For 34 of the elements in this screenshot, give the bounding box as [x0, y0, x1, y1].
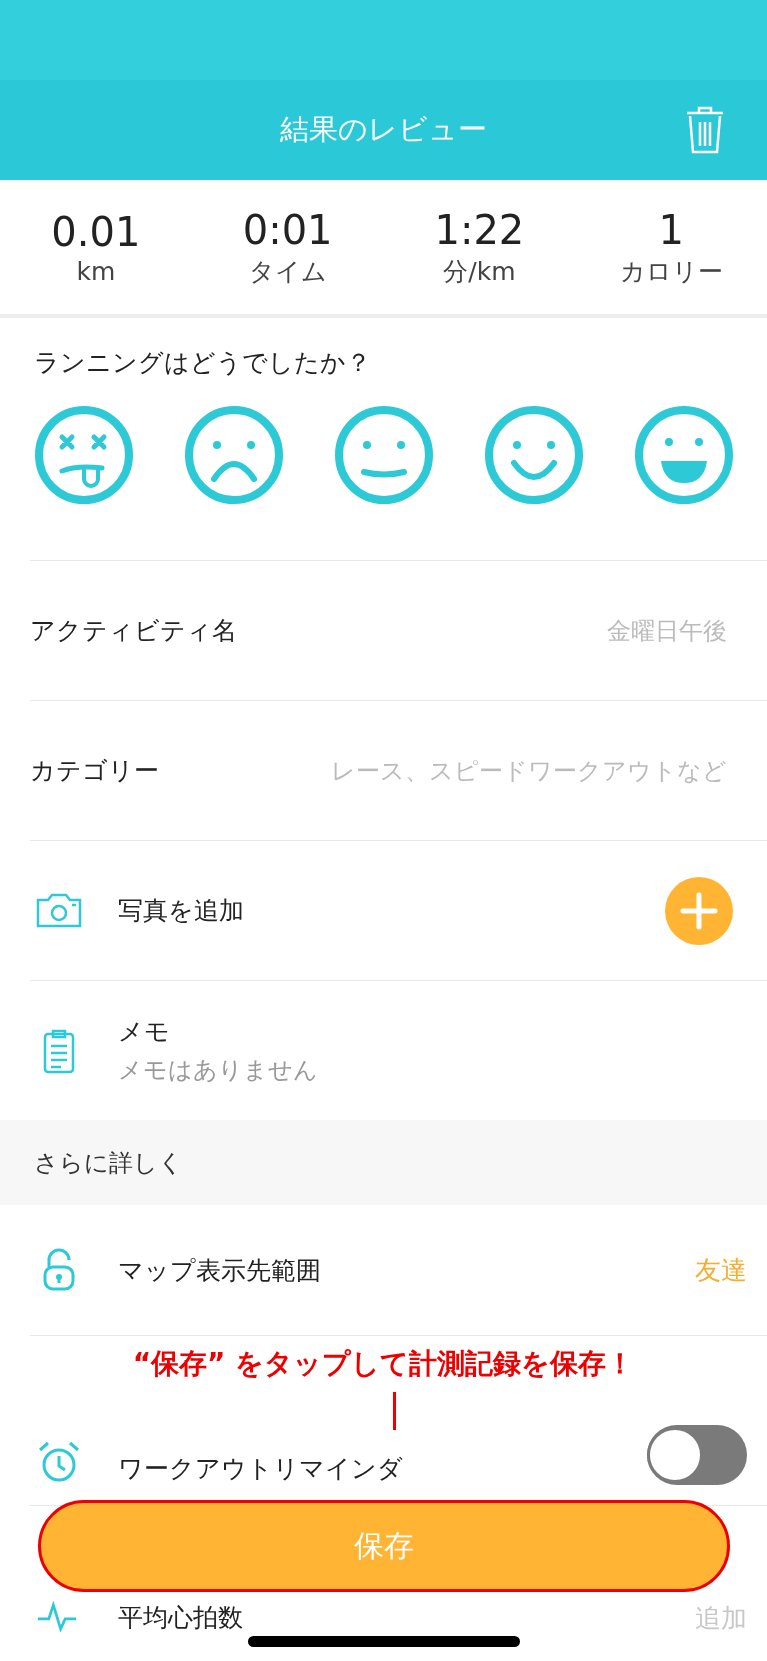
field-label: カテゴリー — [30, 755, 159, 787]
sad-face-icon[interactable] — [184, 405, 284, 505]
stat-label: タイム — [248, 255, 327, 288]
stat-value: 0:01 — [242, 206, 333, 253]
setting-label: ワークアウトリマインダ — [118, 1453, 403, 1485]
setting-value[interactable]: 友達 — [695, 1252, 747, 1288]
input-field[interactable]: レース、スピードワークアウトなど — [179, 752, 727, 789]
add-icon[interactable] — [665, 876, 733, 945]
question-text: ランニングはどうでしたか？ — [34, 347, 371, 379]
stat-value: 0.01 — [51, 208, 141, 255]
trash-icon[interactable] — [685, 106, 725, 154]
setting-label: 平均心拍数 — [118, 1602, 243, 1634]
screen-title: 結果のレビュー — [280, 111, 487, 148]
leader-line — [393, 1392, 396, 1430]
save-button[interactable]: 保存 — [38, 1500, 730, 1592]
input-field[interactable]: 金曜日午後 — [257, 612, 727, 649]
annotation-text: “保存” をタップして計測記録を保存！ — [132, 1347, 635, 1380]
heartbeat-icon — [36, 1601, 78, 1633]
field-label: アクティビティ名 — [30, 615, 237, 647]
setting-label: マップ表示先範囲 — [118, 1254, 321, 1287]
dizzy-face-icon[interactable] — [34, 405, 134, 505]
stat-label: カロリー — [619, 255, 723, 288]
memo-label: メモ — [118, 1016, 171, 1048]
grinning-face-icon[interactable] — [634, 405, 734, 505]
stat-value: 1:22 — [434, 206, 525, 253]
add-photo-label: 写真を追加 — [118, 895, 245, 927]
memo-text: メモはありません — [118, 1055, 318, 1086]
section-title: さらに詳しく — [34, 1147, 183, 1179]
toggle-switch[interactable] — [647, 1425, 747, 1485]
smiling-face-icon[interactable] — [484, 405, 584, 505]
neutral-face-icon[interactable] — [334, 405, 434, 505]
stat-value: 1 — [658, 206, 684, 253]
stat-label: 分/km — [443, 255, 516, 288]
stat-label: km — [76, 256, 116, 286]
